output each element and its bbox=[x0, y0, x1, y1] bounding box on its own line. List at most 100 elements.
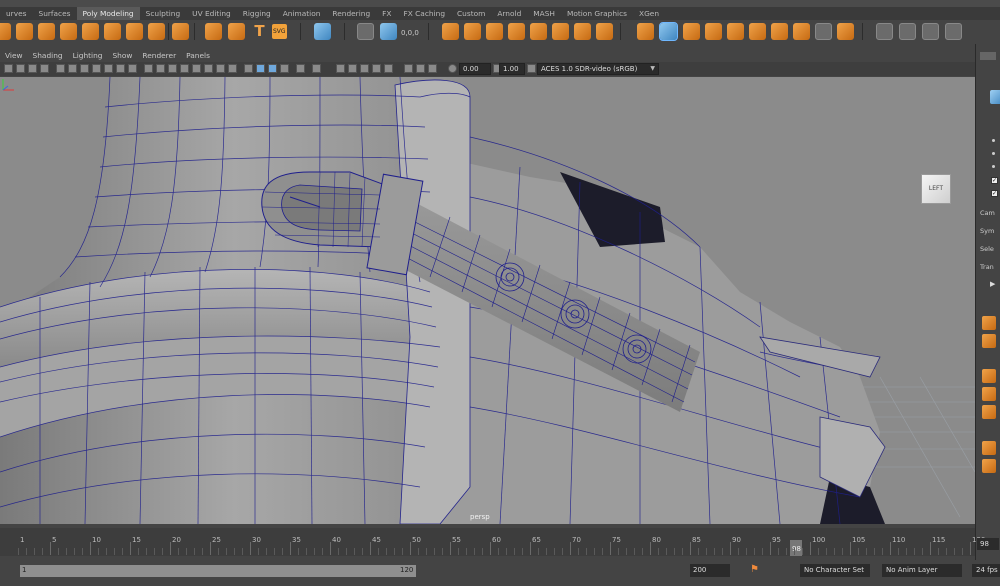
measure-tool-icon[interactable] bbox=[357, 23, 374, 40]
wedge-icon[interactable] bbox=[837, 23, 854, 40]
character-set-dropdown[interactable]: No Character Set bbox=[800, 564, 870, 577]
mirror-icon[interactable] bbox=[530, 23, 547, 40]
poly-cylinder-icon[interactable] bbox=[60, 23, 77, 40]
shelf-tab[interactable]: MASH bbox=[527, 7, 561, 20]
shelf-tab[interactable]: Rendering bbox=[326, 7, 376, 20]
use-lights-icon[interactable] bbox=[192, 64, 201, 73]
poke-icon[interactable] bbox=[815, 23, 832, 40]
panel-menu-item[interactable]: Lighting bbox=[68, 50, 108, 62]
gate-mask-icon[interactable] bbox=[92, 64, 101, 73]
edit-mesh-icon[interactable] bbox=[922, 23, 939, 40]
current-frame-field[interactable]: 98 bbox=[977, 538, 999, 550]
preserve-uv-icon[interactable] bbox=[982, 387, 996, 401]
sweep-mesh-icon[interactable] bbox=[228, 23, 245, 40]
panel-tab[interactable] bbox=[980, 52, 996, 60]
default-material-icon[interactable] bbox=[168, 64, 177, 73]
resolution-gate-icon[interactable] bbox=[80, 64, 89, 73]
time-slider[interactable]: 98 1 5 10 15 20 25 30 35 40 45 50 55 60 65 70 75 80 85 90 9… bbox=[0, 528, 985, 556]
boolean-icon[interactable] bbox=[508, 23, 525, 40]
panel-menu-item[interactable]: Show bbox=[107, 50, 137, 62]
textured-icon[interactable] bbox=[180, 64, 189, 73]
exposure-icon[interactable] bbox=[428, 64, 437, 73]
shelf-tab[interactable]: Animation bbox=[277, 7, 327, 20]
poly-disc-icon[interactable] bbox=[148, 23, 165, 40]
panel-menu-item[interactable]: Shading bbox=[28, 50, 68, 62]
gamma-field[interactable]: 1.00 bbox=[499, 63, 525, 75]
radio-dot[interactable] bbox=[992, 165, 995, 168]
xray-active-icon[interactable] bbox=[280, 64, 289, 73]
film-gate-icon[interactable] bbox=[68, 64, 77, 73]
shelf-tab[interactable]: FX Caching bbox=[397, 7, 451, 20]
soft-select-icon[interactable] bbox=[982, 316, 996, 330]
viewport[interactable]: LEFT persp bbox=[0, 77, 975, 524]
shelf-tab[interactable]: Poly Modeling bbox=[76, 7, 140, 20]
isolate-select-icon[interactable] bbox=[244, 64, 253, 73]
backface-icon[interactable] bbox=[372, 64, 381, 73]
bevel-icon[interactable] bbox=[727, 23, 744, 40]
exposure-reset-icon[interactable] bbox=[448, 64, 457, 73]
select-camera-icon[interactable] bbox=[4, 64, 13, 73]
expand-arrow-icon[interactable]: ▶ bbox=[990, 280, 995, 288]
target-weld-icon[interactable] bbox=[771, 23, 788, 40]
image-plane-icon[interactable] bbox=[40, 64, 49, 73]
panel-menu-item[interactable]: Renderer bbox=[137, 50, 181, 62]
smooth-shade-icon[interactable] bbox=[156, 64, 165, 73]
bridge-icon[interactable] bbox=[705, 23, 722, 40]
view-transform-icon[interactable] bbox=[416, 64, 425, 73]
sculpt-tool-icon[interactable] bbox=[876, 23, 893, 40]
poly-sphere-icon[interactable] bbox=[16, 23, 33, 40]
bookmark-icon[interactable] bbox=[28, 64, 37, 73]
combine-icon[interactable] bbox=[442, 23, 459, 40]
shadows-icon[interactable] bbox=[204, 64, 213, 73]
curve-tool-icon[interactable] bbox=[0, 23, 11, 40]
grid-tool-icon[interactable] bbox=[314, 23, 331, 40]
color-space-dropdown[interactable]: ACES 1.0 SDR-video (sRGB) ▼ bbox=[537, 63, 659, 75]
animation-end-field[interactable]: 200 bbox=[690, 564, 730, 577]
radio-dot[interactable] bbox=[992, 139, 995, 142]
poly-cube-icon[interactable] bbox=[38, 23, 55, 40]
panel-menu-item[interactable]: Panels bbox=[181, 50, 215, 62]
poly-plane-icon[interactable] bbox=[126, 23, 143, 40]
screen-space-ao-icon[interactable] bbox=[312, 64, 321, 73]
shelf-options-icon[interactable] bbox=[945, 23, 962, 40]
multisample-icon[interactable] bbox=[348, 64, 357, 73]
viewcube[interactable]: LEFT bbox=[921, 174, 951, 204]
collapse-icon[interactable] bbox=[793, 23, 810, 40]
depth-of-field-icon[interactable] bbox=[360, 64, 369, 73]
panel-menu-item[interactable]: View bbox=[0, 50, 28, 62]
extrude-icon[interactable] bbox=[683, 23, 700, 40]
field-chart-icon[interactable] bbox=[104, 64, 113, 73]
shelf-tab[interactable]: FX bbox=[376, 7, 397, 20]
multi-cut-icon[interactable] bbox=[659, 22, 678, 41]
paint-select-icon[interactable] bbox=[982, 441, 996, 455]
xray-icon[interactable] bbox=[256, 64, 265, 73]
super-shape-icon[interactable] bbox=[205, 23, 222, 40]
poly-torus-icon[interactable] bbox=[104, 23, 121, 40]
safe-action-icon[interactable] bbox=[116, 64, 125, 73]
anim-layer-dropdown[interactable]: No Anim Layer bbox=[882, 564, 962, 577]
extract-icon[interactable] bbox=[552, 23, 569, 40]
snap-pivot-icon[interactable] bbox=[380, 23, 397, 40]
shelf-tab[interactable]: urves bbox=[0, 7, 33, 20]
lasso-icon[interactable] bbox=[982, 459, 996, 473]
tool-settings-icon[interactable] bbox=[990, 90, 1000, 104]
shelf-tab[interactable]: Rigging bbox=[237, 7, 277, 20]
platonic-icon[interactable] bbox=[172, 23, 189, 40]
exposure-field[interactable]: 0.00 bbox=[459, 63, 491, 75]
auto-key-icon[interactable]: ⚑ bbox=[750, 564, 762, 576]
symmetry-icon[interactable] bbox=[982, 334, 996, 348]
ambient-occlusion-icon[interactable] bbox=[216, 64, 225, 73]
shelf-tab[interactable]: XGen bbox=[633, 7, 665, 20]
checkbox[interactable]: ✓ bbox=[991, 177, 998, 184]
shelf-tab[interactable]: UV Editing bbox=[186, 7, 237, 20]
type-tool-icon[interactable]: T bbox=[251, 23, 268, 40]
shelf-tab[interactable]: Arnold bbox=[491, 7, 527, 20]
camera-attr-icon[interactable] bbox=[16, 64, 25, 73]
pivot-icon[interactable] bbox=[982, 405, 996, 419]
shelf-tab[interactable]: Motion Graphics bbox=[561, 7, 633, 20]
poly-cone-icon[interactable] bbox=[82, 23, 99, 40]
hq-lighting-icon[interactable] bbox=[336, 64, 345, 73]
gate-icon[interactable] bbox=[404, 64, 413, 73]
motion-blur-icon[interactable] bbox=[228, 64, 237, 73]
fps-dropdown[interactable]: 24 fps bbox=[972, 564, 1000, 577]
